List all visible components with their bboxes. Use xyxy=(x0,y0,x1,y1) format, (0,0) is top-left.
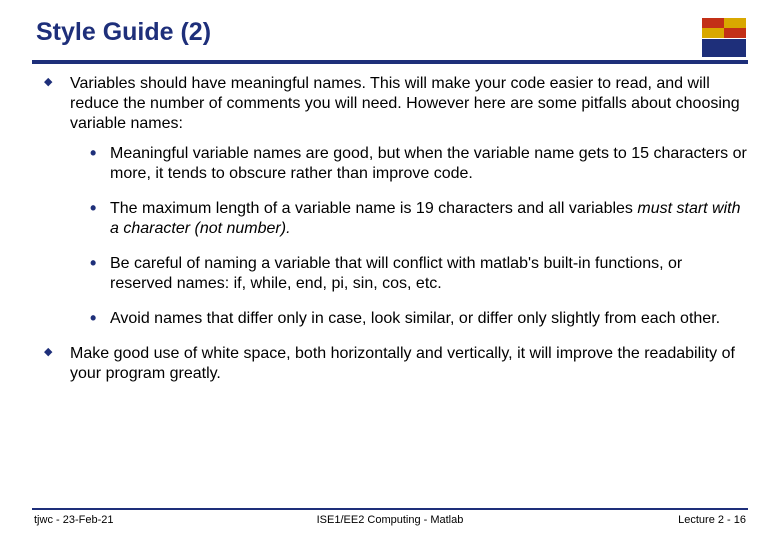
bullet-variables-intro: Variables should have meaningful names. … xyxy=(40,74,748,329)
bullet-whitespace: Make good use of white space, both horiz… xyxy=(40,344,748,384)
text: Make good use of white space, both horiz… xyxy=(70,345,735,382)
title-rule xyxy=(32,60,748,64)
slide: Style Guide (2) Variables should have me… xyxy=(0,0,780,540)
slide-content: Variables should have meaningful names. … xyxy=(32,74,748,504)
text: Variables should have meaningful names. … xyxy=(70,75,740,132)
crest-icon xyxy=(700,18,748,62)
footer-left: tjwc - 23-Feb-21 xyxy=(34,514,113,526)
sub-bullet-reserved-names: Be careful of naming a variable that wil… xyxy=(88,254,748,294)
sub-bullet-similar-names: Avoid names that differ only in case, lo… xyxy=(88,309,748,329)
text: The maximum length of a variable name is… xyxy=(110,200,637,217)
sub-bullet-max-length: The maximum length of a variable name is… xyxy=(88,199,748,239)
footer-right: Lecture 2 - 16 xyxy=(678,514,746,526)
text: Avoid names that differ only in case, lo… xyxy=(110,310,720,327)
slide-title: Style Guide (2) xyxy=(36,18,211,47)
footer-rule xyxy=(32,508,748,510)
slide-header: Style Guide (2) xyxy=(32,18,748,62)
sub-bullet-length-obscure: Meaningful variable names are good, but … xyxy=(88,144,748,184)
text: Be careful of naming a variable that wil… xyxy=(110,255,682,292)
text: Meaningful variable names are good, but … xyxy=(110,145,747,182)
footer-center: ISE1/EE2 Computing - Matlab xyxy=(317,514,464,526)
slide-footer: tjwc - 23-Feb-21 ISE1/EE2 Computing - Ma… xyxy=(32,514,748,526)
